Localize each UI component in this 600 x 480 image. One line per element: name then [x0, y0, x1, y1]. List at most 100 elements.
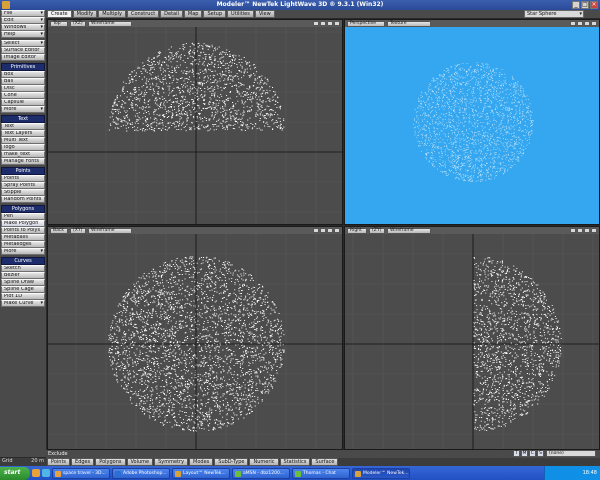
tool-metaballs[interactable]: Metaballs [1, 234, 45, 241]
tool-points-to-polys[interactable]: Points to Polys [1, 227, 45, 234]
menu-help[interactable]: Help ▾ [1, 31, 45, 38]
move-view-icon[interactable] [313, 21, 319, 26]
symmetry-button[interactable]: Symmetry [154, 458, 189, 466]
tool-spray-points[interactable]: Spray Points [1, 182, 45, 189]
tool-capsule[interactable]: Capsule [1, 99, 45, 106]
close-icon[interactable]: × [590, 1, 598, 9]
maximize-view-icon[interactable] [591, 228, 597, 233]
volume-button[interactable]: Volume [126, 458, 154, 466]
modes-button[interactable]: Modes [189, 458, 214, 466]
image-editor-button[interactable]: Image Editor [1, 54, 45, 61]
tool-plot-1d[interactable]: Plot 1D [1, 293, 45, 300]
viewport-top[interactable]: Top (XZ) Wireframe [47, 19, 343, 225]
viewport-view-select[interactable]: Back [50, 227, 68, 234]
points-mode-button[interactable]: Points [47, 458, 71, 466]
move-view-icon[interactable] [313, 228, 319, 233]
tab-construct[interactable]: Construct [126, 10, 160, 18]
viewport-mode-select[interactable]: Texture [387, 20, 431, 27]
viewport-perspective[interactable]: Perspective Texture [344, 19, 600, 225]
taskbar-item[interactable]: Layout™ NewTek... [172, 467, 230, 479]
menu-file[interactable]: File ▾ [1, 10, 45, 17]
menu-select[interactable]: Select ▾ [1, 40, 45, 47]
tool-box[interactable]: Box [1, 71, 45, 78]
tool-make-polygon[interactable]: Make Polygon [1, 220, 45, 227]
surface-editor-button[interactable]: Surface Editor [1, 47, 45, 54]
minimize-icon[interactable]: _ [572, 1, 580, 9]
zoom-view-icon[interactable] [327, 21, 333, 26]
tool-manage-fonts[interactable]: Manage Fonts [1, 158, 45, 165]
menu-windows[interactable]: Windows ▾ [1, 24, 45, 31]
tool-bezier[interactable]: Bezier [1, 272, 45, 279]
viewport-view-select[interactable]: Perspective [347, 20, 385, 27]
tab-modify[interactable]: Modify [72, 10, 98, 18]
menu-edit[interactable]: Edit ▾ [1, 17, 45, 24]
tool-random-points[interactable]: Random Points [1, 196, 45, 203]
tool-multi-text[interactable]: Multi Text [1, 137, 45, 144]
rotate-view-icon[interactable] [320, 21, 326, 26]
tab-setup[interactable]: Setup [203, 10, 227, 18]
zoom-view-icon[interactable] [584, 21, 590, 26]
maximize-view-icon[interactable] [334, 21, 340, 26]
tab-utilities[interactable]: Utilities [227, 10, 254, 18]
rotate-view-icon[interactable] [577, 228, 583, 233]
viewport-view-select[interactable]: Right [347, 227, 367, 234]
subd-type-button[interactable]: SubD-Type [214, 458, 249, 466]
object-selector[interactable]: Star Sphere ▾ [524, 10, 584, 18]
viewport-mode-select[interactable]: Wireframe [387, 227, 431, 234]
tool-make-text[interactable]: make_text [1, 151, 45, 158]
tool-ball[interactable]: Ball [1, 78, 45, 85]
tool-cone[interactable]: Cone [1, 92, 45, 99]
move-view-icon[interactable] [570, 21, 576, 26]
quicklaunch-firefox-icon[interactable] [32, 469, 40, 477]
taskbar-item[interactable]: space travel - 3D... [52, 467, 110, 479]
tool-disc[interactable]: Disc [1, 85, 45, 92]
maximize-view-icon[interactable] [591, 21, 597, 26]
surface-button[interactable]: Surface [311, 458, 339, 466]
tool-spline-draw[interactable]: Spline Draw [1, 279, 45, 286]
edges-mode-button[interactable]: Edges [71, 458, 95, 466]
viewport-mode-select[interactable]: Wireframe [88, 227, 132, 234]
taskbar-item-active[interactable]: Modeler™ NewTek... [352, 467, 410, 479]
tab-map[interactable]: Map [183, 10, 203, 18]
tool-metaedges[interactable]: Metaedges [1, 241, 45, 248]
tool-make-curve[interactable]: Make Curve ▾ [1, 300, 45, 307]
tool-sketch[interactable]: Sketch [1, 265, 45, 272]
surface-select[interactable]: (none) [546, 450, 596, 457]
tool-pen[interactable]: Pen [1, 213, 45, 220]
s-button[interactable]: S [537, 450, 544, 457]
viewport-right[interactable]: Right (ZY) Wireframe [344, 226, 600, 450]
viewport-axis-select[interactable]: (XY) [70, 227, 86, 234]
move-view-icon[interactable] [570, 228, 576, 233]
viewport-view-select[interactable]: Top [50, 20, 68, 27]
taskbar-item[interactable]: Adobe Photoshop... [112, 467, 170, 479]
tab-view[interactable]: View [254, 10, 275, 18]
start-button[interactable]: start [0, 466, 30, 480]
rotate-view-icon[interactable] [320, 228, 326, 233]
viewport-back[interactable]: Back (XY) Wireframe [47, 226, 343, 450]
viewport-mode-select[interactable]: Wireframe [88, 20, 132, 27]
c-button[interactable]: C [529, 450, 536, 457]
numeric-button[interactable]: Numeric [249, 458, 279, 466]
viewport-axis-select[interactable]: (ZY) [369, 227, 385, 234]
quicklaunch-ie-icon[interactable] [42, 469, 50, 477]
taskbar-item[interactable]: Thomas - Chat [292, 467, 350, 479]
maximize-view-icon[interactable] [334, 228, 340, 233]
tool-logo[interactable]: logo [1, 144, 45, 151]
tool-stipple[interactable]: Stipple [1, 189, 45, 196]
tab-create[interactable]: Create [47, 10, 72, 18]
polygons-mode-button[interactable]: Polygons [95, 458, 126, 466]
tool-text[interactable]: Text [1, 123, 45, 130]
zoom-view-icon[interactable] [327, 228, 333, 233]
tool-spline-cage[interactable]: Spline Cage [1, 286, 45, 293]
m-button[interactable]: M [521, 450, 528, 457]
tool-text-layers[interactable]: Text Layers [1, 130, 45, 137]
viewport-axis-select[interactable]: (XZ) [70, 20, 86, 27]
tool-more-polygons[interactable]: More ▾ [1, 248, 45, 255]
tool-more-primitives[interactable]: More ▾ [1, 106, 45, 113]
tab-multiply[interactable]: Multiply [98, 10, 126, 18]
tab-detail[interactable]: Detail [160, 10, 183, 18]
zoom-view-icon[interactable] [584, 228, 590, 233]
maximize-icon[interactable]: □ [581, 1, 589, 9]
taskbar-item[interactable]: aMSN - dbz1200... [232, 467, 290, 479]
tool-points[interactable]: Points [1, 175, 45, 182]
